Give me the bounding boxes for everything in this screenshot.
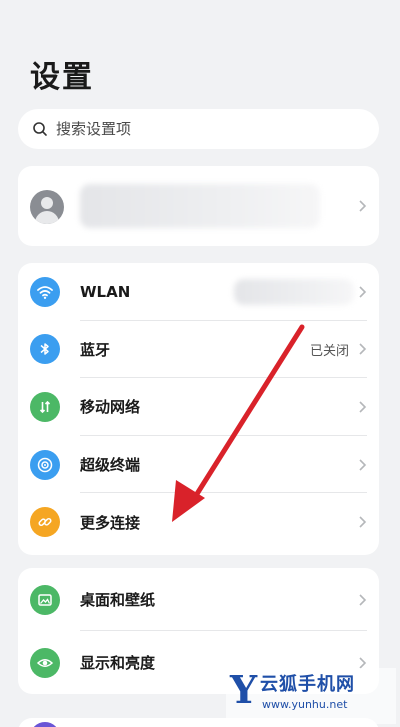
wlan-network-redacted xyxy=(234,279,354,305)
settings-item-super-device[interactable]: 超级终端 xyxy=(18,436,379,494)
link-icon xyxy=(30,507,60,538)
chevron-right-icon xyxy=(359,343,367,355)
chevron-right-icon xyxy=(359,459,367,471)
wifi-icon xyxy=(30,276,60,307)
settings-item-wallpaper[interactable]: 桌面和壁纸 xyxy=(18,568,379,631)
wallpaper-icon xyxy=(30,584,60,615)
account-info-redacted xyxy=(80,184,320,228)
settings-item-label: 显示和亮度 xyxy=(80,654,156,672)
chevron-right-icon xyxy=(359,593,367,606)
settings-item-bluetooth[interactable]: 蓝牙 已关闭 xyxy=(18,321,379,379)
settings-item-label: 蓝牙 xyxy=(80,340,111,359)
partial-settings-icon xyxy=(30,722,60,727)
watermark-logo: Y xyxy=(230,667,258,712)
chevron-right-icon xyxy=(359,401,367,413)
chevron-right-icon xyxy=(359,516,367,528)
mobile-network-icon xyxy=(30,391,60,422)
settings-item-label: 桌面和壁纸 xyxy=(80,591,156,609)
watermark-name: 云狐手机网 xyxy=(260,674,355,695)
avatar xyxy=(30,190,64,224)
settings-item-more-connections[interactable]: 更多连接 xyxy=(18,493,379,551)
chevron-right-icon xyxy=(359,200,367,212)
settings-item-label: WLAN xyxy=(80,282,131,301)
settings-item-wlan[interactable]: WLAN xyxy=(18,263,379,321)
settings-item-label: 移动网络 xyxy=(80,398,141,417)
bluetooth-icon xyxy=(30,334,60,365)
page-title: 设置 xyxy=(30,60,94,95)
settings-item-label: 更多连接 xyxy=(80,513,141,532)
settings-item-label: 超级终端 xyxy=(80,456,141,475)
search-input[interactable] xyxy=(56,120,356,138)
bluetooth-status: 已关闭 xyxy=(309,343,349,359)
account-card[interactable] xyxy=(18,166,379,246)
eye-icon xyxy=(30,647,60,678)
watermark-url: www.yunhu.net xyxy=(262,698,348,711)
search-bar[interactable] xyxy=(18,109,379,149)
super-device-icon xyxy=(30,449,60,480)
connectivity-card: WLAN 蓝牙 已关闭 移动网络 超级终端 更多连接 xyxy=(18,263,379,555)
search-icon xyxy=(33,122,47,136)
chevron-right-icon xyxy=(359,286,367,298)
settings-item-mobile-network[interactable]: 移动网络 xyxy=(18,378,379,436)
watermark: Y 云狐手机网 www.yunhu.net xyxy=(226,668,396,724)
